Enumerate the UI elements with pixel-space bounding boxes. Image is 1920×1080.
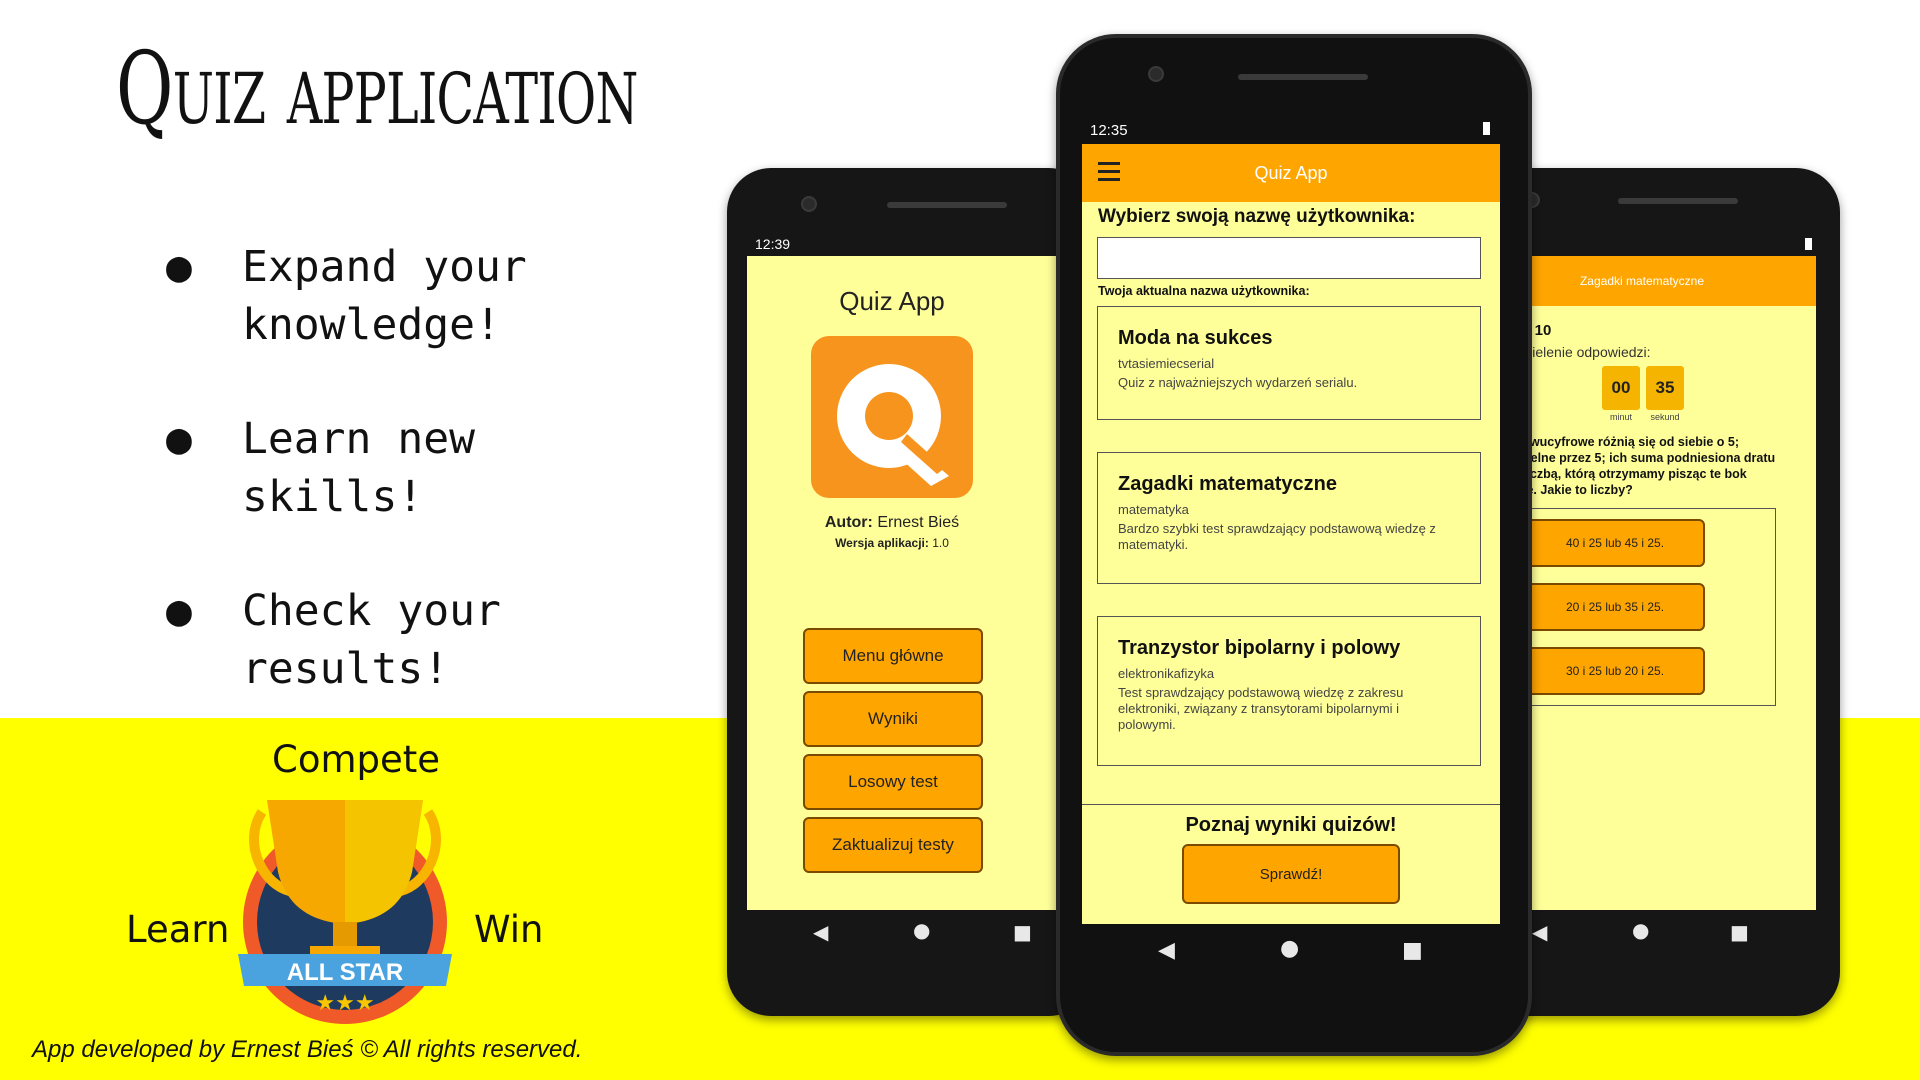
nav-home-icon[interactable]: ● [913,918,930,942]
quiz-description: Bardzo szybki test sprawdzający podstawo… [1118,521,1436,552]
answer-button[interactable]: 20 i 25 lub 35 i 25. [1525,583,1705,631]
quiz-card[interactable]: Zagadki matematyczne matematyka Bardzo s… [1097,452,1481,584]
phone-center-screen: Quiz App Wybierz swoją nazwę użytkownika… [1082,144,1500,924]
camera-icon [801,196,817,212]
badge-ribbon-text: ALL STAR [287,959,403,986]
results-button[interactable]: Wyniki [803,691,983,747]
results-heading: Poznaj wyniki quizów! [1185,814,1397,836]
feature-text: Expand your knowledge! [242,242,527,350]
badge-compete-label: Compete [272,738,441,781]
answer-button[interactable]: 40 i 25 lub 45 i 25. [1525,519,1705,567]
random-test-button[interactable]: Losowy test [803,754,983,810]
bullet-icon: ● [166,414,192,464]
current-username-label: Twoja aktualna nazwa użytkownika: [1098,284,1310,298]
app-bar: Quiz App [1082,144,1500,202]
main-menu-button[interactable]: Menu główne [803,628,983,684]
feature-text: Check your results! [242,586,501,694]
check-results-button[interactable]: Sprawdź! [1182,844,1400,904]
speaker-grille [1618,198,1738,204]
seconds-label: sekund [1650,412,1680,422]
badge-stars-icon: ★★★ [315,991,374,1016]
nav-home-icon[interactable]: ● [1280,936,1299,961]
quiz-description: Test sprawdzający podstawową wiedzę z za… [1118,685,1404,732]
speaker-grille [1238,74,1368,80]
nav-back-icon[interactable]: ◀ [1532,920,1547,944]
nav-recents-icon[interactable]: ■ [1013,920,1032,944]
nav-back-icon[interactable]: ◀ [1158,938,1175,963]
author-line: Autor: Ernest Bieś [747,514,1037,532]
quiz-title: Tranzystor bipolarny i polowy [1118,637,1401,659]
minutes-label: minut [1609,412,1632,422]
slide-title: Quiz application [116,30,638,147]
speaker-grille [887,202,1007,208]
timer-minutes: 00 [1602,366,1640,410]
app-title: Quiz App [1254,163,1328,183]
feature-text: Learn new skills! [242,414,475,522]
copyright-footer: App developed by Ernest Bieś © All right… [32,1036,583,1063]
version-value: 1.0 [932,536,949,550]
quiz-app-logo-icon [811,336,973,498]
quiz-card[interactable]: Moda na sukces tvtasiemiecserial Quiz z … [1097,306,1481,420]
quiz-title: Moda na sukces [1118,327,1273,349]
version-line: Wersja aplikacji: 1.0 [747,536,1037,550]
app-title: Quiz App [839,286,945,316]
phone-center: 12:35 Quiz App Wybierz swoją nazwę użytk… [1056,34,1532,1056]
badge-learn-label: Learn [126,908,230,951]
quiz-card[interactable]: Tranzystor bipolarny i polowy elektronik… [1097,616,1481,766]
divider [1082,804,1500,805]
quiz-description: Quiz z najważniejszych wydarzeń serialu. [1118,375,1358,390]
status-time: 12:35 [1090,122,1128,139]
update-tests-button[interactable]: Zaktualizuj testy [803,817,983,873]
author-name: Ernest Bieś [877,514,960,531]
quiz-category: tvtasiemiecserial [1118,356,1215,371]
feature-item: ● Expand your knowledge! [166,238,602,354]
nav-home-icon[interactable]: ● [1632,918,1649,942]
username-prompt: Wybierz swoją nazwę użytkownika: [1098,206,1416,227]
battery-icon [1483,122,1490,135]
status-time: 12:39 [755,236,791,252]
bullet-icon: ● [166,586,192,636]
feature-list: ● Expand your knowledge! ● Learn new skill… [166,238,602,754]
battery-icon [1805,238,1812,250]
phone-left: Quiz App Autor: Ernest Bieś Wersja aplik… [727,168,1093,1016]
quiz-category: matematyka [1118,502,1189,517]
question-text: zby dwucyfrowe różnią się od siebie o 5;… [1498,435,1776,497]
quiz-title: Zagadki matematyczne [1118,473,1337,495]
answer-button[interactable]: 30 i 25 lub 20 i 25. [1525,647,1705,695]
feature-item: ● Check your results! [166,582,602,698]
all-star-trophy-icon: ALL STAR ★★★ [238,800,452,1024]
camera-icon [1148,66,1164,82]
nav-recents-icon[interactable]: ■ [1402,938,1423,963]
author-label: Autor: [824,514,873,531]
username-input[interactable] [1097,237,1481,279]
phone-left-screen: Quiz App Autor: Ernest Bieś Wersja aplik… [747,256,1093,910]
feature-item: ● Learn new skills! [166,410,602,526]
nav-back-icon[interactable]: ◀ [813,920,828,944]
bullet-icon: ● [166,242,192,292]
version-label: Wersja aplikacji: [835,536,929,550]
nav-recents-icon[interactable]: ■ [1730,920,1749,944]
badge-win-label: Win [474,908,544,951]
timer-seconds: 35 [1646,366,1684,410]
quiz-category: elektronikafizyka [1118,666,1215,681]
